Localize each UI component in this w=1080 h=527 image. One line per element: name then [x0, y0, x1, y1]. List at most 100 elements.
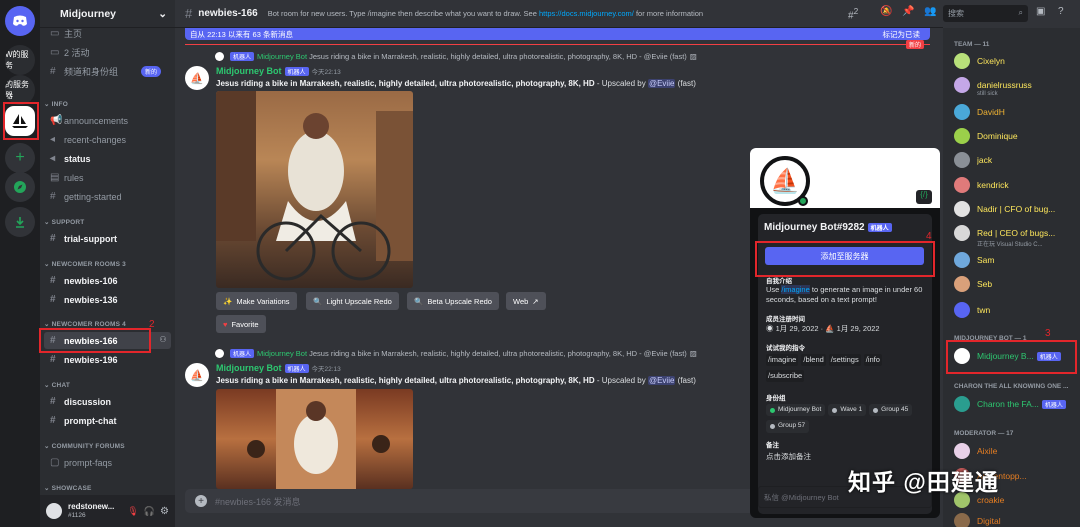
- settings-gear-icon[interactable]: ⚙: [160, 506, 169, 517]
- member-item[interactable]: Digital: [954, 513, 1076, 527]
- profile-username: Midjourney Bot#9282: [764, 222, 865, 233]
- add-server-icon[interactable]: +: [5, 143, 35, 173]
- category-support[interactable]: ⌄ SUPPORT: [44, 218, 84, 226]
- category-chat[interactable]: ⌄ CHAT: [44, 381, 70, 389]
- category-info[interactable]: ⌄ INFO: [44, 100, 68, 108]
- channel-announcements[interactable]: 📢 announcements: [44, 112, 171, 129]
- light-upscale-redo-button[interactable]: 🔍 Light Upscale Redo: [306, 292, 399, 310]
- user-mention[interactable]: @Eviie: [647, 376, 676, 385]
- channel-prompt-chat[interactable]: # prompt-chat: [44, 412, 171, 429]
- channel-topic[interactable]: Bot room for new users. Type /imagine th…: [268, 9, 703, 18]
- channels-roles-item[interactable]: # 频道和身份组 新的: [44, 63, 171, 80]
- reply-reference[interactable]: 机器人 Midjourney Bot Jesus riding a bike i…: [215, 349, 697, 358]
- add-member-icon[interactable]: ⚇: [156, 335, 170, 347]
- reply-reference[interactable]: 机器人 Midjourney Bot Jesus riding a bike i…: [215, 52, 697, 61]
- category-rooms4[interactable]: ⌄ NEWCOMER ROOMS 4: [44, 320, 126, 328]
- command-subscribe[interactable]: /subscribe: [766, 369, 805, 382]
- member-item[interactable]: Red | CEO of bugs... 正在玩 Visual Studio C.…: [954, 225, 1076, 248]
- user-mention[interactable]: @Eviie: [647, 79, 676, 88]
- imagine-command-link[interactable]: /imagine: [781, 285, 810, 294]
- category-forums[interactable]: ⌄ COMMUNITY FORUMS: [44, 442, 125, 450]
- new-messages-bar[interactable]: 自从 22:13 以来有 63 条新消息 标记为已读: [185, 28, 930, 40]
- member-item[interactable]: Aixile: [954, 443, 1076, 459]
- activity-label: 2 活动: [64, 48, 90, 58]
- channel-discussion[interactable]: # discussion: [44, 393, 171, 410]
- threads-icon[interactable]: #2: [848, 6, 858, 21]
- topic-link[interactable]: https://docs.midjourney.com/: [539, 9, 634, 18]
- home-item[interactable]: ▭ 主页: [44, 25, 171, 42]
- channel-prompt-faqs[interactable]: ▢ prompt-faqs: [44, 454, 171, 471]
- server-label: W的服务: [5, 50, 29, 70]
- member-list-icon[interactable]: 👥: [924, 6, 936, 17]
- member-item[interactable]: twn: [954, 302, 1076, 318]
- channel-recent-changes[interactable]: ◂ recent-changes: [44, 131, 171, 148]
- category-showcase[interactable]: ⌄ SHOWCASE: [44, 484, 92, 492]
- command-settings[interactable]: /settings: [828, 354, 861, 366]
- favorite-button[interactable]: ♥ Favorite: [216, 315, 266, 333]
- web-button[interactable]: Web ↗: [506, 292, 546, 310]
- pin-icon[interactable]: 📌: [902, 6, 914, 17]
- activity-item[interactable]: ▭ 2 活动: [44, 44, 171, 61]
- member-item[interactable]: kendrick: [954, 177, 1076, 193]
- server-header[interactable]: Midjourney ⌄: [40, 0, 175, 28]
- generated-image[interactable]: [216, 91, 413, 288]
- beta-upscale-redo-button[interactable]: 🔍 Beta Upscale Redo: [407, 292, 499, 310]
- mark-read-button[interactable]: 标记为已读: [883, 29, 921, 40]
- avatar[interactable]: ⛵: [185, 363, 209, 387]
- avatar[interactable]: [46, 503, 62, 519]
- member-item[interactable]: Dominique: [954, 128, 1076, 144]
- commands-list: /imagine/blend/settings/info/subscribe: [766, 354, 926, 386]
- member-item[interactable]: jack: [954, 152, 1076, 168]
- member-item-midjourney-bot[interactable]: Midjourney B... 机器人: [954, 348, 1076, 364]
- bell-icon[interactable]: 🔕: [880, 6, 892, 17]
- member-item[interactable]: Seb: [954, 276, 1076, 292]
- channel-newbies-106[interactable]: # newbies-106: [44, 272, 171, 289]
- headphones-icon[interactable]: 🎧: [144, 506, 155, 517]
- add-to-server-button[interactable]: 添加至服务器: [765, 247, 924, 265]
- megaphone-icon: 📢: [50, 115, 63, 126]
- avatar: [954, 225, 970, 241]
- discord-home-icon[interactable]: [5, 6, 35, 36]
- midjourney-server-icon[interactable]: [5, 106, 35, 136]
- heart-icon: ♥: [223, 319, 228, 329]
- plus-icon[interactable]: +: [195, 495, 207, 507]
- note-input[interactable]: 点击添加备注: [766, 452, 926, 462]
- member-item[interactable]: danielrussruss still sick: [954, 77, 1076, 97]
- command-imagine[interactable]: /imagine: [766, 354, 799, 366]
- author-name[interactable]: Midjourney Bot: [216, 66, 282, 76]
- channel-getting-started[interactable]: # getting-started: [44, 188, 171, 205]
- channel-newbies-166[interactable]: # newbies-166: [44, 332, 171, 349]
- member-item[interactable]: Sam: [954, 252, 1076, 268]
- inbox-icon[interactable]: ▣: [1036, 6, 1045, 17]
- channel-newbies-196[interactable]: # newbies-196: [44, 351, 171, 368]
- avatar: [954, 77, 970, 93]
- server-icon: ⛵: [825, 324, 835, 333]
- make-variations-button[interactable]: ✨ Make Variations: [216, 292, 297, 310]
- channel-rules[interactable]: ▤ rules: [44, 169, 171, 186]
- server-icon-2[interactable]: 的服务器: [5, 75, 35, 105]
- member-item[interactable]: Cixelyn: [954, 53, 1076, 69]
- help-icon[interactable]: ?: [1058, 6, 1064, 17]
- command-blend[interactable]: /blend: [801, 354, 826, 366]
- mute-icon[interactable]: 🎙: [127, 506, 138, 517]
- member-item[interactable]: Nadir | CFO of bug...: [954, 201, 1076, 217]
- channel-trial-support[interactable]: # trial-support: [44, 230, 171, 247]
- date-server: 1月 29, 2022: [836, 324, 880, 333]
- server-icon-w[interactable]: W的服务: [5, 45, 35, 75]
- generated-image[interactable]: [216, 389, 413, 489]
- member-name: Nadir | CFO of bug...: [977, 204, 1056, 214]
- search-input[interactable]: 搜索 ⌕: [943, 5, 1028, 22]
- category-rooms3[interactable]: ⌄ NEWCOMER ROOMS 3: [44, 260, 126, 268]
- channel-status[interactable]: ◂ status: [44, 150, 171, 167]
- zhihu-watermark: 知乎 @田建通: [848, 469, 999, 495]
- role-name: Group 45: [881, 406, 909, 413]
- member-item[interactable]: Charon the FA... 机器人: [954, 396, 1076, 412]
- command-info[interactable]: /info: [863, 354, 882, 366]
- avatar[interactable]: ⛵: [185, 66, 209, 90]
- explore-icon[interactable]: [5, 172, 35, 202]
- member-item[interactable]: DavidH: [954, 104, 1076, 120]
- topic-text: for more information: [633, 9, 704, 18]
- download-icon[interactable]: [5, 207, 35, 237]
- author-name[interactable]: Midjourney Bot: [216, 363, 282, 373]
- channel-newbies-136[interactable]: # newbies-136: [44, 291, 171, 308]
